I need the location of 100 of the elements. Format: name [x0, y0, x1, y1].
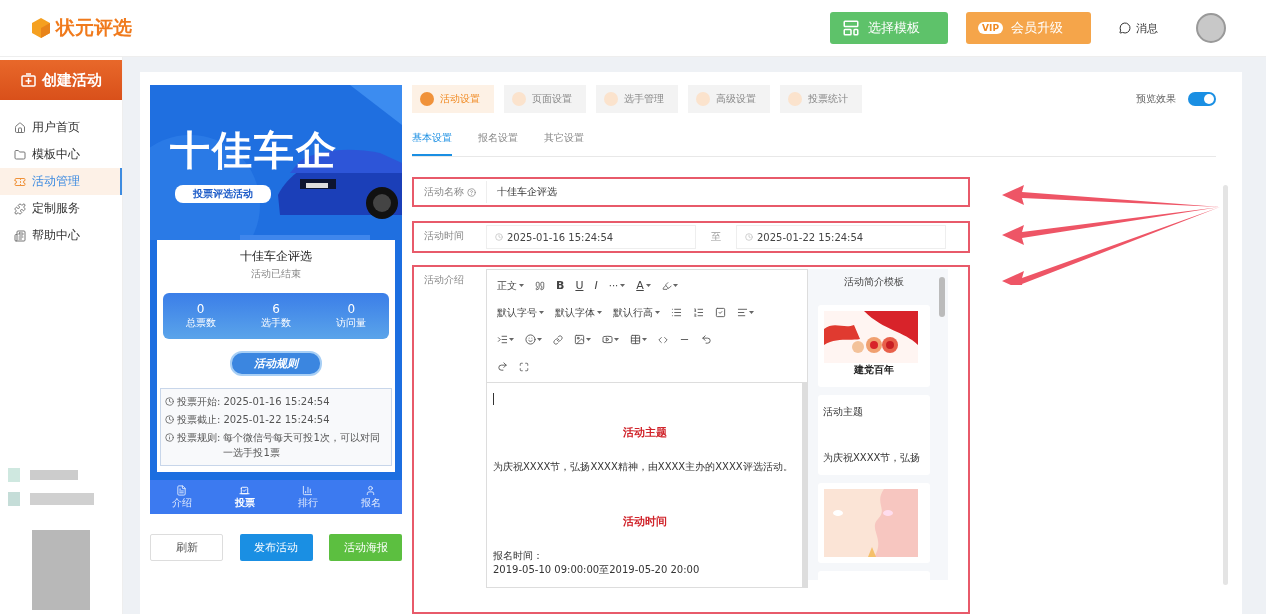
- sidebar-item[interactable]: 用户首页: [0, 114, 122, 141]
- tab-icon: [604, 92, 618, 106]
- stat-label: 选手数: [261, 316, 291, 330]
- caret-icon: [672, 284, 678, 287]
- content-heading: 活动时间: [621, 514, 668, 529]
- template-card[interactable]: 活动主题 为庆祝XXXX节，弘扬: [818, 395, 930, 475]
- caret-icon: [509, 338, 514, 341]
- name-field[interactable]: 十佳车企评选: [486, 181, 966, 203]
- template-icon: [842, 19, 861, 37]
- template-text: 为庆祝XXXX节，弘扬: [823, 451, 922, 465]
- tab-icon: [696, 92, 710, 106]
- emoji-icon[interactable]: [523, 334, 544, 345]
- align-icon[interactable]: [735, 307, 756, 318]
- underline-button[interactable]: U: [573, 279, 586, 292]
- sub-tab[interactable]: 报名设置: [478, 131, 518, 156]
- caret-icon: [645, 284, 651, 287]
- content-paragraph: 为庆祝XXXX节，弘扬XXXX精神，由XXXX主办的XXXX评选活动。: [493, 460, 794, 474]
- scrollbar[interactable]: [1223, 185, 1228, 585]
- numbered-list-icon[interactable]: [691, 307, 706, 318]
- clock-icon: [165, 397, 174, 406]
- rule-value: 2025-01-16 15:24:54: [223, 395, 330, 409]
- caret-icon: [586, 338, 591, 341]
- field-label: 活动介绍: [424, 273, 465, 287]
- refresh-button[interactable]: 刷新: [150, 534, 223, 561]
- stat-value: 0: [196, 302, 205, 316]
- tab-icon: [788, 92, 802, 106]
- stat-value: 0: [347, 302, 356, 316]
- content-paragraph: 报名时间：: [493, 549, 544, 563]
- paragraph-dropdown[interactable]: 正文: [495, 278, 526, 293]
- tab-icon: [302, 484, 313, 496]
- blurred-block: [30, 470, 78, 480]
- blurred-block: [30, 493, 94, 505]
- image-icon[interactable]: [572, 334, 593, 345]
- tab-icon: [365, 484, 376, 496]
- message-link[interactable]: 消息: [1119, 20, 1158, 36]
- nav-icon: [14, 202, 26, 215]
- sidebar-item[interactable]: 模板中心: [0, 141, 122, 168]
- text-cursor: [493, 393, 494, 405]
- bold-button[interactable]: B: [554, 279, 567, 292]
- activity-title: 十佳车企评选: [240, 248, 312, 265]
- caret-icon: [749, 311, 754, 314]
- tab-icon: [420, 92, 434, 106]
- quote-icon[interactable]: [533, 280, 547, 291]
- indent-icon[interactable]: [495, 334, 516, 345]
- code-icon[interactable]: [656, 334, 670, 345]
- nav-tab[interactable]: 投票: [213, 480, 276, 514]
- end-date-field[interactable]: 2025-01-22 15:24:54: [736, 225, 946, 249]
- font-size-dropdown[interactable]: 默认字号: [495, 305, 546, 320]
- checkbox-icon[interactable]: [713, 307, 728, 318]
- italic-button[interactable]: I: [592, 279, 600, 292]
- content-heading: 活动主题: [621, 425, 668, 440]
- nav-tab[interactable]: 介绍: [150, 480, 213, 514]
- sidebar-item[interactable]: 定制服务: [0, 195, 122, 222]
- sub-tab[interactable]: 其它设置: [544, 131, 584, 156]
- field-label: 活动时间: [424, 229, 465, 243]
- line-height-dropdown[interactable]: 默认行高: [611, 305, 662, 320]
- tab-icon: [176, 484, 187, 496]
- font-color-dropdown[interactable]: A: [634, 279, 653, 292]
- caret-icon: [655, 311, 660, 314]
- info-icon: [165, 433, 174, 442]
- caret-icon: [620, 284, 626, 287]
- table-icon[interactable]: [628, 334, 649, 345]
- caret-icon: [519, 284, 524, 287]
- nav-icon: [14, 148, 26, 161]
- video-icon[interactable]: [600, 334, 621, 345]
- nav-icon: [14, 175, 26, 188]
- caret-icon: [642, 338, 647, 341]
- fullscreen-icon[interactable]: [517, 361, 531, 372]
- rules-heading: 活动规则: [230, 351, 322, 376]
- range-separator: 至: [710, 230, 722, 244]
- font-family-dropdown[interactable]: 默认字体: [553, 305, 604, 320]
- template-card[interactable]: 建党百年: [818, 305, 930, 387]
- create-activity-button[interactable]: 创建活动: [0, 60, 122, 100]
- more-dropdown[interactable]: ···: [606, 280, 628, 291]
- caret-icon: [614, 338, 619, 341]
- bullet-list-icon[interactable]: [669, 307, 684, 318]
- blurred-block: [8, 492, 20, 506]
- rule-value: 每个微信号每天可投1次，可以对同一选手投1票: [223, 431, 381, 460]
- nav-tab[interactable]: 排行: [276, 480, 339, 514]
- caret-icon: [539, 311, 544, 314]
- clock-icon: [745, 233, 753, 241]
- avatar[interactable]: [1196, 13, 1226, 43]
- template-panel-title: 活动简介模板: [844, 275, 904, 289]
- rule-label: 投票截止:: [177, 413, 221, 427]
- nav-tab[interactable]: 报名: [339, 480, 402, 514]
- sub-tab[interactable]: 基本设置: [412, 131, 452, 156]
- field-label: 活动名称: [424, 181, 486, 203]
- caret-icon: [597, 311, 602, 314]
- tab-icon: [239, 484, 250, 496]
- link-icon[interactable]: [551, 334, 565, 345]
- nav-icon: [14, 121, 26, 134]
- undo-icon[interactable]: [699, 334, 714, 345]
- redo-icon[interactable]: [495, 361, 510, 372]
- tab-icon: [512, 92, 526, 106]
- scrollbar[interactable]: [939, 277, 945, 317]
- blurred-block: [8, 468, 20, 482]
- start-date-field[interactable]: 2025-01-16 15:24:54: [486, 225, 696, 249]
- sidebar-item[interactable]: 帮助中心: [0, 222, 122, 249]
- template-heading: 活动主题: [823, 405, 864, 419]
- preview-switch[interactable]: [1188, 92, 1216, 106]
